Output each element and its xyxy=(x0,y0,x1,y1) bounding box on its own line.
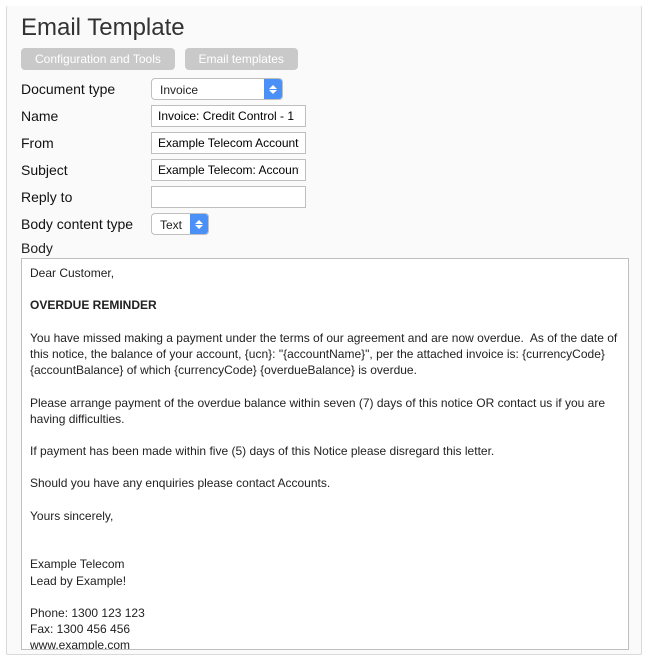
label-reply-to: Reply to xyxy=(21,189,151,205)
page-title: Email Template xyxy=(21,14,631,42)
name-input[interactable] xyxy=(151,105,306,127)
body-textarea[interactable]: Dear Customer, OVERDUE REMINDER You have… xyxy=(21,258,629,650)
body-content-type-select[interactable]: Text xyxy=(151,213,209,235)
label-from: From xyxy=(21,135,151,151)
email-template-panel: Email Template Configuration and Tools E… xyxy=(6,6,642,655)
from-input[interactable] xyxy=(151,132,306,154)
reply-to-input[interactable] xyxy=(151,186,306,208)
document-type-value: Invoice xyxy=(152,79,264,99)
tab-config[interactable]: Configuration and Tools xyxy=(21,48,175,70)
label-body: Body xyxy=(21,240,631,256)
label-document-type: Document type xyxy=(21,81,151,97)
subject-input[interactable] xyxy=(151,159,306,181)
label-name: Name xyxy=(21,108,151,124)
chevron-updown-icon xyxy=(190,214,208,234)
label-subject: Subject xyxy=(21,162,151,178)
body-content-type-value: Text xyxy=(152,214,190,234)
document-type-select[interactable]: Invoice xyxy=(151,78,283,100)
label-body-content-type: Body content type xyxy=(21,216,151,232)
tab-bar: Configuration and Tools Email templates xyxy=(21,48,631,70)
tab-email-templates[interactable]: Email templates xyxy=(185,48,298,70)
chevron-updown-icon xyxy=(264,79,282,99)
